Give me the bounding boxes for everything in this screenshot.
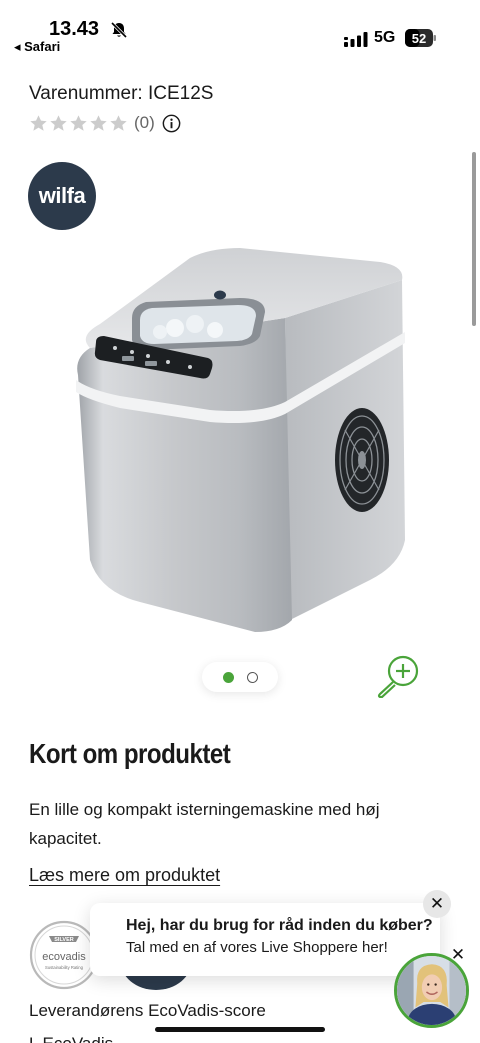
- ecovadis-level: SILVER: [54, 937, 73, 943]
- about-product-heading: Kort om produktet: [29, 738, 231, 769]
- star-icon: [50, 114, 67, 131]
- zoom-in-icon[interactable]: [374, 654, 422, 698]
- bell-muted-icon: [110, 21, 128, 39]
- carousel-dots[interactable]: [202, 662, 278, 692]
- ecovadis-badge: SILVER ecovadis Sustainability Rating: [29, 920, 99, 990]
- battery-icon: 52: [405, 29, 436, 47]
- carousel-dot[interactable]: [222, 671, 234, 683]
- product-description: En lille og kompakt isterningemaskine me…: [29, 800, 380, 848]
- chat-invite: Tal med en af vores Live Shoppere her!: [126, 939, 388, 956]
- sku-label: Varenummer: ICE12S: [29, 83, 214, 104]
- back-to-safari-link[interactable]: ◂ Safari: [14, 39, 60, 55]
- live-shopper-popup[interactable]: Hej, har du brug for råd inden du køber?…: [90, 903, 440, 976]
- read-more-link[interactable]: Læs mere om produktet: [29, 865, 220, 886]
- info-icon[interactable]: [162, 114, 181, 133]
- live-shopper-avatar[interactable]: [394, 953, 469, 1028]
- status-time: 13.43: [49, 18, 100, 40]
- star-icon: [70, 114, 87, 131]
- brand-logo[interactable]: wilfa: [28, 162, 96, 230]
- star-icon: [110, 114, 127, 131]
- chat-close-button[interactable]: ✕: [423, 890, 451, 918]
- ice-maker-product-image[interactable]: [60, 240, 420, 640]
- signal-icon: [344, 32, 368, 47]
- svg-text:52: 52: [412, 31, 426, 46]
- rating-count: (0): [134, 113, 155, 132]
- star-icon: [30, 114, 47, 131]
- rating-row[interactable]: (0): [29, 112, 181, 134]
- ecovadis-cutoff-text: L EcoVadis: [29, 1034, 113, 1043]
- scroll-indicator[interactable]: [472, 152, 476, 326]
- chat-question: Hej, har du brug for råd inden du køber?: [126, 917, 433, 934]
- home-indicator[interactable]: [155, 1027, 325, 1032]
- star-icon: [90, 114, 107, 131]
- rating-stars: [29, 114, 128, 133]
- ecovadis-score-label: Leverandørens EcoVadis-score: [29, 1001, 266, 1020]
- status-bar: 13.43 ◂ Safari 5G 52: [0, 0, 480, 62]
- ecovadis-caption: Sustainability Rating: [45, 965, 84, 970]
- carousel-dot[interactable]: [246, 671, 258, 683]
- network-type: 5G: [374, 29, 396, 46]
- ecovadis-brand: ecovadis: [42, 951, 86, 963]
